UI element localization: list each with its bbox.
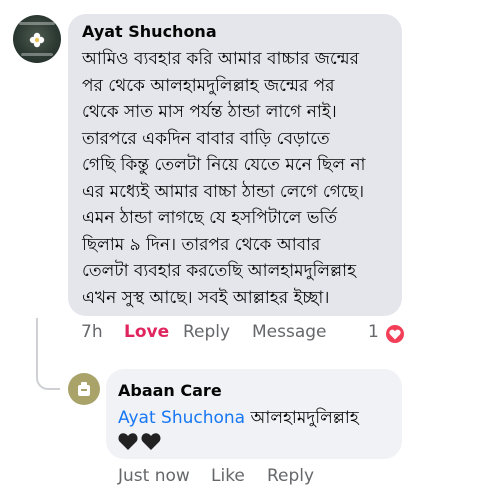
message-button[interactable]: Message [252, 322, 327, 342]
reply-text-line: Ayat Shuchona আলহামদুলিল্লাহ [118, 405, 359, 433]
replier-avatar[interactable] [68, 373, 100, 405]
reply-timestamp[interactable]: Just now [118, 466, 190, 486]
commenter-avatar[interactable] [13, 15, 61, 63]
flower-icon [29, 32, 45, 48]
mention-link[interactable]: Ayat Shuchona [118, 408, 245, 428]
reply-text: আলহামদুলিল্লাহ [250, 408, 359, 428]
love-button[interactable]: Love [124, 322, 169, 342]
comment-body: আমিও ব্যবহার করি আমার বাচ্চার জন্মের পর … [82, 49, 366, 308]
like-button[interactable]: Like [211, 466, 245, 486]
heart-icon[interactable] [386, 325, 404, 343]
reply-bubble: Abaan Care Ayat Shuchona আলহামদুলিল্লাহ [106, 369, 402, 459]
brand-logo-icon [78, 382, 90, 396]
comment-bubble: Ayat Shuchona আমিও ব্যবহার করি আমার বাচ্… [68, 14, 402, 316]
black-heart-icon [118, 433, 161, 450]
avatar-text-decoration [19, 22, 55, 25]
reaction-count[interactable]: 1 [368, 322, 379, 342]
comment-author[interactable]: Ayat Shuchona [82, 22, 217, 41]
comment-timestamp[interactable]: 7h [81, 322, 103, 342]
reply-author[interactable]: Abaan Care [118, 381, 222, 400]
reply-thread-line [36, 318, 60, 390]
reply-button[interactable]: Reply [183, 322, 230, 342]
reply-button[interactable]: Reply [267, 466, 314, 486]
black-hearts [118, 431, 164, 455]
avatar-text-decoration [21, 53, 53, 56]
